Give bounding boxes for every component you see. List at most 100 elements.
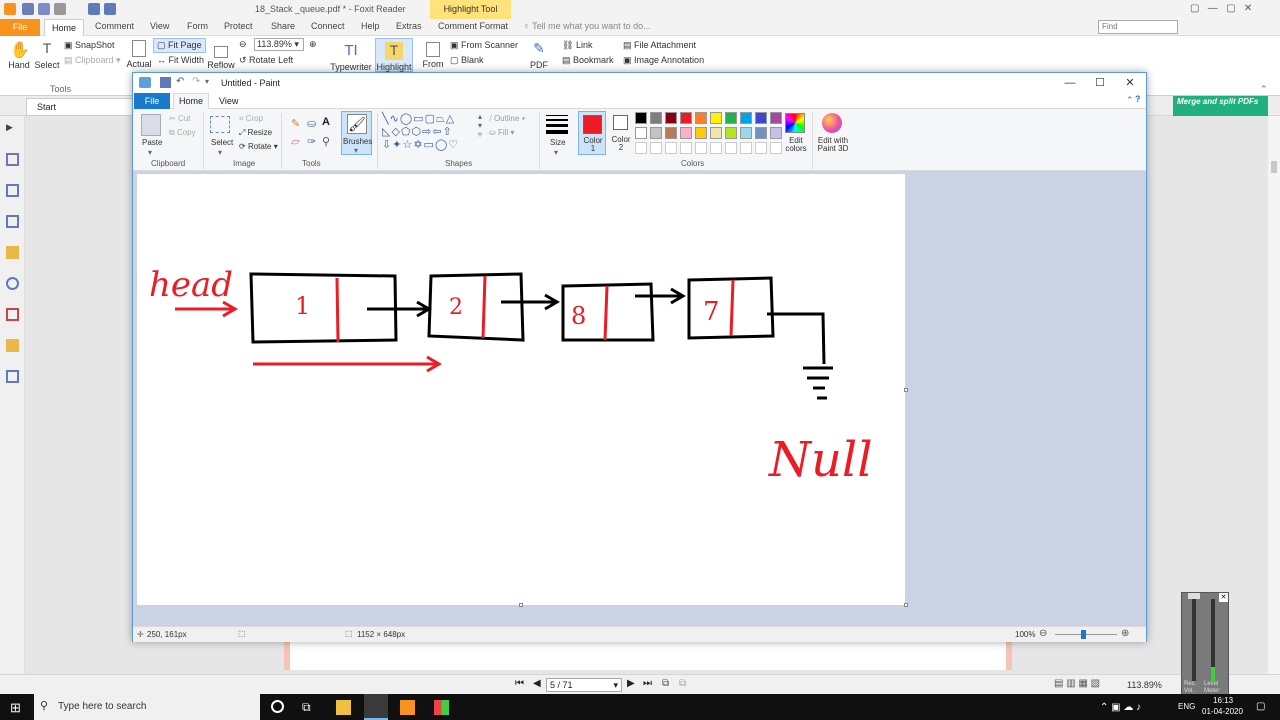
zoom-out-icon[interactable]: ⊖ [1039,628,1047,639]
previous-page-icon[interactable]: ◀ [533,678,541,689]
brushes-button[interactable]: 🖌 Brushes ▾ [341,111,372,155]
next-view-icon[interactable]: ⧉ [679,678,686,689]
palette-swatch[interactable] [665,112,677,124]
shapes-gallery[interactable]: ╲∿◯▭▢⏢△ ◺◇⬠⬡⇨⇦⇧ ⇩✦☆✡▭◯♡ [382,113,482,153]
attachments-icon[interactable] [6,277,19,290]
file-attachment-button[interactable]: ▤ File Attachment [623,40,696,51]
palette-swatch[interactable] [710,112,722,124]
undo-icon[interactable] [88,3,100,15]
expand-panel-icon[interactable]: ▶ [6,122,19,135]
down-arrow-shape-icon[interactable]: ⇩ [382,139,392,151]
tab-comment-format[interactable]: Comment Format [438,21,508,31]
heart-shape-icon[interactable]: ♡ [448,139,459,151]
link-button[interactable]: ⛓ Link [562,40,592,51]
palette-swatch[interactable] [695,112,707,124]
palette-swatch[interactable] [725,127,737,139]
custom-palette-swatch[interactable] [755,142,767,154]
tab-form[interactable]: Form [187,21,208,31]
custom-palette-swatch[interactable] [725,142,737,154]
clock-time[interactable]: 16:13 [1213,696,1233,705]
find-input[interactable]: Find [1098,20,1178,34]
palette-swatch[interactable] [770,112,782,124]
create-from-button[interactable]: From [416,42,450,69]
blank-button[interactable]: ▢ Blank [450,55,484,66]
palette-swatch[interactable] [740,112,752,124]
foxit-window-controls[interactable]: ▢ — ▢ ✕ [1190,3,1252,14]
callout-rect-shape-icon[interactable]: ▭ [424,139,435,151]
palette-swatch[interactable] [755,112,767,124]
hexagon-shape-icon[interactable]: ⬡ [412,126,423,138]
zoom-slider[interactable] [1055,634,1117,635]
clock-date[interactable]: 01-04-2020 [1202,707,1243,716]
callout-oval-shape-icon[interactable]: ◯ [435,139,448,151]
from-scanner-button[interactable]: ▣ From Scanner [450,40,518,51]
fit-width-button[interactable]: ↔ Fit Width [157,55,204,65]
paint-tab-view[interactable]: View [219,96,238,106]
custom-palette-swatch[interactable] [635,142,647,154]
typewriter-button[interactable]: TI Typewriter [330,42,372,72]
redo-icon[interactable] [104,3,116,15]
star4-shape-icon[interactable]: ✦ [392,139,402,151]
comments-icon[interactable] [6,246,19,259]
next-page-icon[interactable]: ▶ [627,678,635,689]
open-icon[interactable] [22,3,34,15]
task-view-icon[interactable]: ⧉ [302,700,317,715]
tab-help[interactable]: Help [361,21,380,31]
single-page-view-icon[interactable]: ▤ ▥ ▦ ▧ [1054,678,1100,689]
color-picker-icon[interactable]: ✑ [307,135,316,148]
tab-protect[interactable]: Protect [224,21,253,31]
start-tab[interactable]: Start [26,98,134,116]
reflow-button[interactable]: Reflow [204,46,238,70]
tab-home[interactable]: Home [44,19,84,36]
diamond-shape-icon[interactable]: ◇ [391,126,400,138]
palette-swatch[interactable] [635,127,647,139]
close-button[interactable]: ✕ [1115,75,1145,91]
cortana-icon[interactable] [271,700,284,713]
palette-swatch[interactable] [740,127,752,139]
select-tool-button[interactable]: T Select [30,40,64,70]
notifications-icon[interactable]: ▢ [1256,701,1265,712]
line-shape-icon[interactable]: ╲ [382,113,390,125]
size-dropdown-icon[interactable]: ▾ [554,148,558,157]
tab-view[interactable]: View [150,21,169,31]
custom-palette-swatch[interactable] [650,142,662,154]
palette-swatch[interactable] [665,127,677,139]
last-page-icon[interactable]: ⏭ [643,678,652,689]
quick-access-dropdown-icon[interactable]: ▾ [205,77,209,86]
redo-icon[interactable]: ↷ [192,76,200,87]
undo-icon[interactable]: ↶ [176,76,184,87]
first-page-icon[interactable]: ⏮ [515,678,524,689]
star5-shape-icon[interactable]: ☆ [402,139,413,151]
lock-icon[interactable] [6,339,19,352]
palette-swatch[interactable] [635,112,647,124]
color2-button[interactable]: Color 2 [609,111,633,155]
custom-palette-swatch[interactable] [665,142,677,154]
paste-button[interactable]: Paste [142,138,162,147]
fill-button[interactable]: ⛀ Fill ▾ [489,128,514,137]
previous-view-icon[interactable]: ⧉ [662,678,669,689]
copy-button[interactable]: ⧉ Copy [169,128,196,138]
palette-swatch[interactable] [755,127,767,139]
canvas-resize-handle-right[interactable] [904,388,908,392]
signature-icon[interactable] [6,370,19,383]
pencil-icon[interactable]: ✎ [291,117,300,130]
shapes-scroll-icon[interactable]: ▴ ▾ ▿ [478,112,482,139]
tab-comment[interactable]: Comment [95,21,134,31]
print-icon[interactable] [54,3,66,15]
color1-button[interactable]: Color 1 [578,111,606,155]
oval-shape-icon[interactable]: ◯ [400,113,413,125]
app-taskbar-icon[interactable] [434,700,449,715]
custom-palette-swatch[interactable] [695,142,707,154]
cut-button[interactable]: ✂ Cut [169,114,190,123]
zoom-in-icon[interactable]: ⊕ [309,39,317,50]
merge-split-promo[interactable]: Merge and split PDFs [1173,96,1268,116]
bookmarks-icon[interactable] [6,153,19,166]
save-icon[interactable] [160,77,171,88]
tab-connect[interactable]: Connect [311,21,345,31]
polygon-shape-icon[interactable]: ⏢ [436,113,446,125]
rotate-button[interactable]: ⟳ Rotate ▾ [239,142,278,151]
foxit-vertical-scrollbar[interactable] [1268,116,1280,674]
resize-button[interactable]: ⤢ Resize [239,128,272,138]
zoom-slider-thumb[interactable] [1081,630,1086,639]
eraser-icon[interactable]: ▱ [291,135,299,148]
